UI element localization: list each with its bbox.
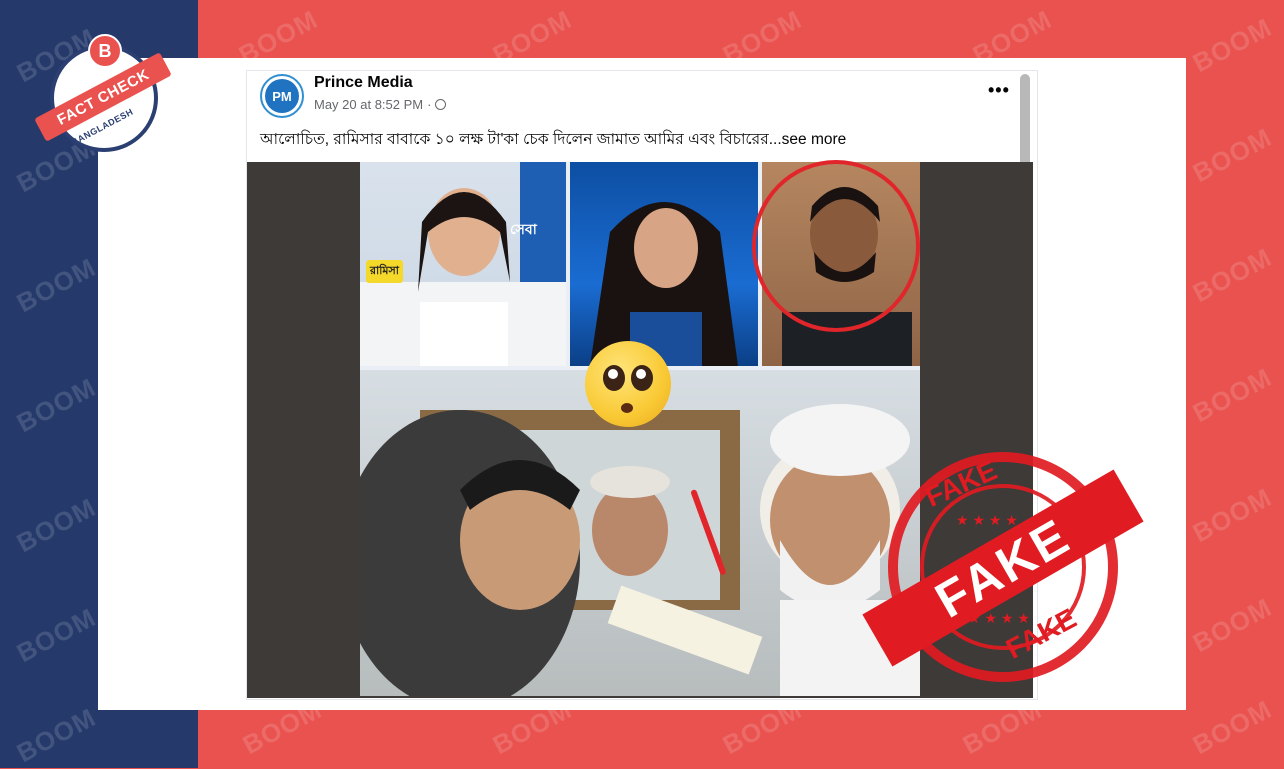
- emoji-eye: [603, 365, 625, 391]
- name-label-ramisa: রামিসা: [366, 260, 403, 283]
- fact-check-bangladesh-badge: B FACT CHECK BANGLADESH: [34, 34, 172, 162]
- star-icon: ★ ★ ★ ★: [968, 610, 1030, 626]
- post-caption: আলোচিত, রামিসার বাবাকে ১০ লক্ষ টা'কা চেক…: [260, 127, 846, 153]
- boom-logo-icon: B: [88, 34, 122, 68]
- avatar-logo-icon: PM: [265, 79, 299, 113]
- post-meta: May 20 at 8:52 PM ·: [314, 97, 447, 112]
- page-avatar[interactable]: PM: [260, 74, 304, 118]
- photo-woman: [570, 162, 758, 366]
- emoji-eye: [631, 365, 653, 391]
- seba-label: সেবা: [510, 221, 537, 237]
- red-highlight-circle: [752, 160, 920, 332]
- globe-icon: [435, 99, 447, 110]
- page-name-link[interactable]: Prince Media: [314, 74, 413, 92]
- see-more-link[interactable]: see more: [782, 131, 847, 148]
- more-options-button[interactable]: •••: [988, 80, 1010, 101]
- caption-text: আলোচিত, রামিসার বাবাকে ১০ লক্ষ টা'কা চেক…: [260, 131, 782, 148]
- photo-girl-uniform: রামিসা সেবা: [360, 162, 566, 366]
- meta-separator: ·: [427, 97, 432, 112]
- star-icon: ★ ★ ★ ★: [956, 512, 1018, 528]
- emoji-mouth: [621, 403, 633, 413]
- post-timestamp[interactable]: May 20 at 8:52 PM: [314, 97, 423, 112]
- fake-stamp: FAKE ★ ★ ★ ★ FAKE ★ ★ ★ ★ FAKE: [858, 442, 1144, 692]
- pleading-face-emoji-icon: [585, 341, 671, 427]
- woman-illustration: [590, 202, 738, 366]
